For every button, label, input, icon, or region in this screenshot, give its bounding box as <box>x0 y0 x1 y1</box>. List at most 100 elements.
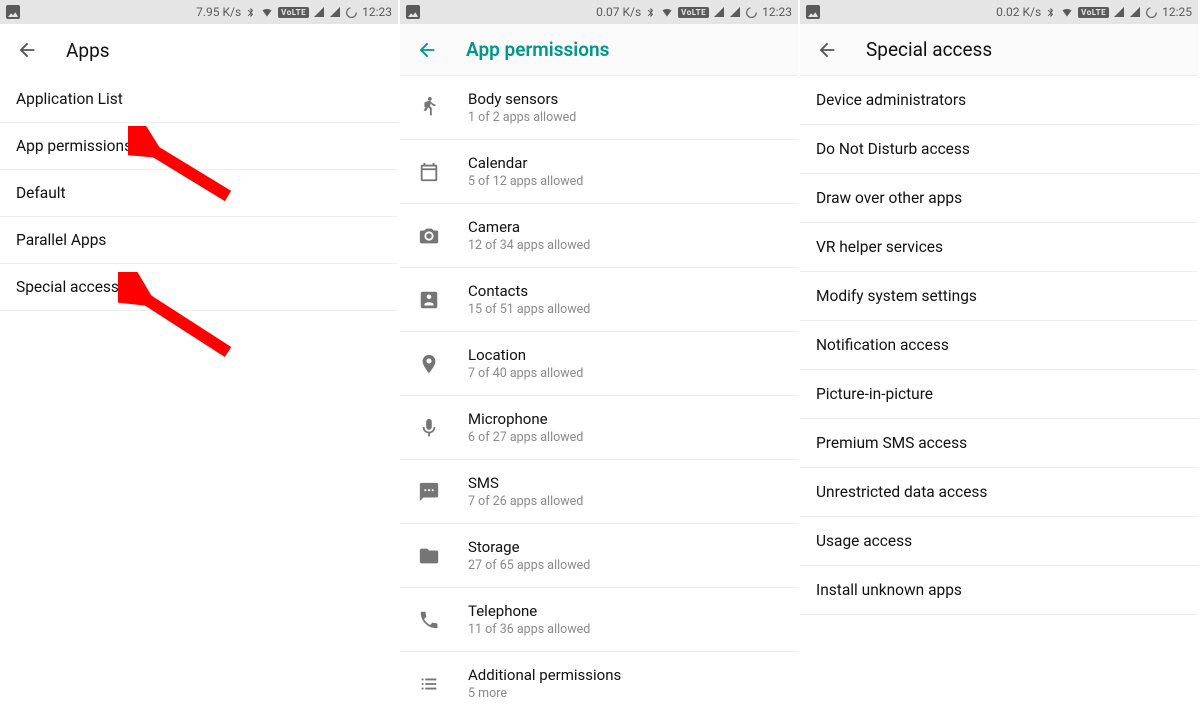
signal-icon-2 <box>329 6 341 18</box>
sa-vr-helper[interactable]: VR helper services <box>800 223 1198 272</box>
perm-sub: 5 more <box>468 686 621 701</box>
contacts-icon <box>418 289 440 311</box>
camera-icon <box>418 225 440 247</box>
image-notification-icon <box>6 5 20 19</box>
bluetooth-icon <box>1045 6 1056 19</box>
perm-additional[interactable]: Additional permissions5 more <box>400 652 798 710</box>
screen-special-access: 0.02 K/s VoLTE 12:25 Special access Devi… <box>800 0 1200 710</box>
item-label: Special access <box>16 278 119 296</box>
perm-sub: 6 of 27 apps allowed <box>468 430 583 445</box>
perm-label: Calendar <box>468 154 583 172</box>
screen-apps: 7.95 K/s VoLTE 12:23 Apps Applicat <box>0 0 400 710</box>
item-label: Draw over other apps <box>816 189 962 207</box>
list-icon <box>418 673 440 695</box>
perm-sub: 7 of 26 apps allowed <box>468 494 583 509</box>
sa-install-unknown[interactable]: Install unknown apps <box>800 566 1198 615</box>
sa-premium-sms[interactable]: Premium SMS access <box>800 419 1198 468</box>
volte-badge: VoLTE <box>1078 7 1109 18</box>
bluetooth-icon <box>245 6 256 19</box>
perm-label: Contacts <box>468 282 590 300</box>
sms-icon <box>418 481 440 503</box>
item-special-access[interactable]: Special access <box>0 264 398 311</box>
perm-microphone[interactable]: Microphone 6 of 27 apps allowed <box>400 396 798 460</box>
phone-icon <box>418 609 440 631</box>
status-bar: 7.95 K/s VoLTE 12:23 <box>0 0 398 24</box>
item-label: Device administrators <box>816 91 966 109</box>
perm-label: Telephone <box>468 602 590 620</box>
back-button[interactable] <box>416 39 438 61</box>
perm-label: SMS <box>468 474 583 492</box>
item-parallel-apps[interactable]: Parallel Apps <box>0 217 398 264</box>
perm-label: Camera <box>468 218 590 236</box>
item-label: VR helper services <box>816 238 943 256</box>
sa-unrestricted-data[interactable]: Unrestricted data access <box>800 468 1198 517</box>
back-button[interactable] <box>16 39 38 61</box>
perm-sms[interactable]: SMS 7 of 26 apps allowed <box>400 460 798 524</box>
perm-sub: 12 of 34 apps allowed <box>468 238 590 253</box>
header: Special access <box>800 24 1198 76</box>
header: Apps <box>0 24 398 76</box>
signal-icon <box>313 6 325 18</box>
perm-storage[interactable]: Storage 27 of 65 apps allowed <box>400 524 798 588</box>
perm-sub: 7 of 40 apps allowed <box>468 366 583 381</box>
sa-dnd-access[interactable]: Do Not Disturb access <box>800 125 1198 174</box>
clock-time: 12:25 <box>1162 5 1192 19</box>
clock-time: 12:23 <box>362 5 392 19</box>
sa-draw-over[interactable]: Draw over other apps <box>800 174 1198 223</box>
screen-app-permissions: 0.07 K/s VoLTE 12:23 App permissions Bod… <box>400 0 800 710</box>
perm-label: Storage <box>468 538 590 556</box>
status-bar: 0.07 K/s VoLTE 12:23 <box>400 0 798 24</box>
perm-location[interactable]: Location 7 of 40 apps allowed <box>400 332 798 396</box>
loading-icon <box>1145 6 1158 19</box>
sa-pip[interactable]: Picture-in-picture <box>800 370 1198 419</box>
perm-body-sensors[interactable]: Body sensors 1 of 2 apps allowed <box>400 76 798 140</box>
item-app-permissions[interactable]: App permissions <box>0 123 398 170</box>
header: App permissions <box>400 24 798 76</box>
page-title: App permissions <box>466 38 609 61</box>
item-label: Application List <box>16 90 123 108</box>
item-label: Premium SMS access <box>816 434 967 452</box>
status-bar: 0.02 K/s VoLTE 12:25 <box>800 0 1198 24</box>
page-title: Special access <box>866 38 992 61</box>
signal-icon <box>1113 6 1125 18</box>
sa-usage-access[interactable]: Usage access <box>800 517 1198 566</box>
item-label: Default <box>16 184 66 202</box>
network-speed: 7.95 K/s <box>196 5 241 19</box>
network-speed: 0.02 K/s <box>996 5 1041 19</box>
perm-sub: 5 of 12 apps allowed <box>468 174 583 189</box>
mic-icon <box>418 417 440 439</box>
bluetooth-icon <box>645 6 656 19</box>
item-label: Install unknown apps <box>816 581 962 599</box>
perm-label: Location <box>468 346 583 364</box>
wifi-icon <box>660 6 674 18</box>
item-label: Unrestricted data access <box>816 483 987 501</box>
perm-label: Body sensors <box>468 90 576 108</box>
perm-contacts[interactable]: Contacts 15 of 51 apps allowed <box>400 268 798 332</box>
wifi-icon <box>260 6 274 18</box>
loading-icon <box>745 6 758 19</box>
perm-calendar[interactable]: Calendar 5 of 12 apps allowed <box>400 140 798 204</box>
wifi-icon <box>1060 6 1074 18</box>
item-label: Picture-in-picture <box>816 385 933 403</box>
signal-icon-2 <box>729 6 741 18</box>
perm-telephone[interactable]: Telephone11 of 36 apps allowed <box>400 588 798 652</box>
sa-notification-access[interactable]: Notification access <box>800 321 1198 370</box>
item-application-list[interactable]: Application List <box>0 76 398 123</box>
network-speed: 0.07 K/s <box>596 5 641 19</box>
back-button[interactable] <box>816 39 838 61</box>
perm-sub: 1 of 2 apps allowed <box>468 110 576 125</box>
item-default[interactable]: Default <box>0 170 398 217</box>
clock-time: 12:23 <box>762 5 792 19</box>
sa-device-administrators[interactable]: Device administrators <box>800 76 1198 125</box>
item-label: Modify system settings <box>816 287 977 305</box>
item-label: App permissions <box>16 137 132 155</box>
perm-sub: 15 of 51 apps allowed <box>468 302 590 317</box>
perm-camera[interactable]: Camera 12 of 34 apps allowed <box>400 204 798 268</box>
item-label: Do Not Disturb access <box>816 140 970 158</box>
image-notification-icon <box>806 5 820 19</box>
perm-label: Microphone <box>468 410 583 428</box>
item-label: Parallel Apps <box>16 231 106 249</box>
perm-sub: 27 of 65 apps allowed <box>468 558 590 573</box>
sa-modify-system[interactable]: Modify system settings <box>800 272 1198 321</box>
folder-icon <box>418 545 440 567</box>
